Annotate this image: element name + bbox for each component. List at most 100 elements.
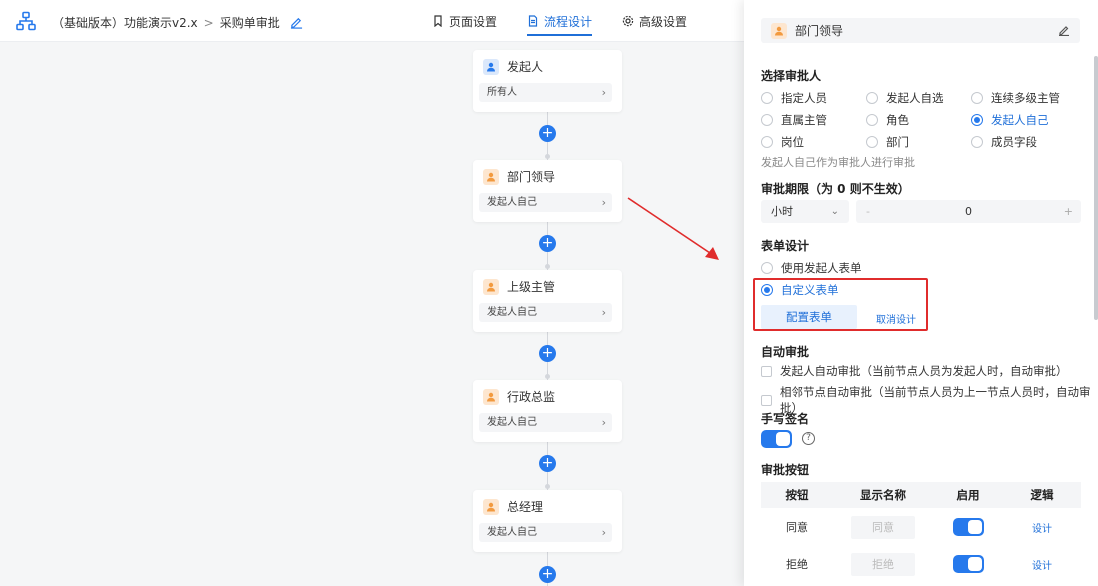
radio-circle <box>866 114 878 126</box>
flow-node-dept-leader[interactable]: 部门领导 发起人自己 › <box>473 160 622 222</box>
add-node-button[interactable]: + <box>539 455 556 472</box>
radio-label: 使用发起人表单 <box>781 261 862 275</box>
radio-position[interactable]: 岗位 <box>761 134 866 150</box>
flow-node-initiator[interactable]: 发起人 所有人 › <box>473 50 622 112</box>
approver-icon <box>771 22 787 39</box>
tab-advanced-settings[interactable]: 高级设置 <box>622 0 687 42</box>
increment-button[interactable]: + <box>1064 200 1073 223</box>
radio-label: 指定人员 <box>781 91 827 105</box>
table-row: 拒绝 拒绝 设计 <box>761 546 1081 582</box>
radio-label: 成员字段 <box>991 135 1037 149</box>
checkbox-adjacent-auto-approve[interactable]: 相邻节点自动审批（当前节点人员为上一节点人员时，自动审批） <box>761 384 1098 416</box>
checkbox-initiator-auto-approve[interactable]: 发起人自动审批（当前节点人员为发起人时，自动审批） <box>761 363 1068 379</box>
radio-use-initiator-form[interactable]: 使用发起人表单 <box>761 260 862 276</box>
deadline-number-input[interactable]: - 0 + <box>856 200 1081 223</box>
pencil-icon[interactable] <box>1058 24 1070 36</box>
form-option-row: 自定义表单 <box>761 282 839 298</box>
chevron-down-icon: ⌄ <box>830 206 839 217</box>
node-value[interactable]: 发起人自己 › <box>479 413 612 432</box>
gear-icon <box>622 15 634 27</box>
node-value-text: 所有人 <box>487 87 517 98</box>
node-title-text: 部门领导 <box>795 24 844 38</box>
tab-label: 页面设置 <box>449 14 498 29</box>
logic-design-link[interactable]: 设计 <box>1032 557 1052 572</box>
checkbox-label: 相邻节点自动审批（当前节点人员为上一节点人员时，自动审批） <box>780 385 1091 415</box>
tab-label: 流程设计 <box>544 14 593 29</box>
radio-initiator-self[interactable]: 发起人自己 <box>971 112 1049 128</box>
radio-member-field[interactable]: 成员字段 <box>971 134 1037 150</box>
cancel-design-link[interactable]: 取消设计 <box>876 311 916 326</box>
node-title: 发起人 <box>507 60 544 74</box>
enable-toggle[interactable] <box>952 555 984 573</box>
radio-department[interactable]: 部门 <box>866 134 971 150</box>
node-value[interactable]: 发起人自己 › <box>479 303 612 322</box>
buttons-table-header: 按钮 显示名称 启用 逻辑 <box>761 482 1081 508</box>
radio-circle <box>971 136 983 148</box>
edit-icon[interactable] <box>290 16 303 29</box>
tab-flow-design[interactable]: 流程设计 <box>527 0 593 42</box>
approver-icon <box>483 388 499 405</box>
node-value-text: 发起人自己 <box>487 527 537 538</box>
radio-custom-form[interactable]: 自定义表单 <box>761 282 839 298</box>
bookmark-icon <box>434 15 442 27</box>
add-node-button[interactable]: + <box>539 345 556 362</box>
approver-options-row: 岗位 部门 成员字段 <box>761 134 1037 150</box>
radio-direct-supervisor[interactable]: 直属主管 <box>761 112 866 128</box>
deadline-section-title: 审批期限（为 0 则不生效） <box>761 182 910 196</box>
flow-node-admin-director[interactable]: 行政总监 发起人自己 › <box>473 380 622 442</box>
deadline-unit-select[interactable]: 小时 ⌄ <box>761 200 849 223</box>
signature-toggle[interactable] <box>761 430 792 448</box>
node-value-text: 发起人自己 <box>487 197 537 208</box>
radio-label: 岗位 <box>781 135 804 149</box>
approver-icon <box>483 278 499 295</box>
breadcrumb-app[interactable]: （基础版本）功能演示v2.x <box>52 14 198 31</box>
flow-node-general-manager[interactable]: 总经理 发起人自己 › <box>473 490 622 552</box>
radio-label: 直属主管 <box>781 113 827 127</box>
checkbox <box>761 394 772 406</box>
logic-design-link[interactable]: 设计 <box>1032 520 1052 535</box>
button-name: 同意 <box>786 521 808 534</box>
display-name-input[interactable]: 同意 <box>851 515 915 539</box>
node-title: 部门领导 <box>507 170 556 184</box>
flow-node-supervisor[interactable]: 上级主管 发起人自己 › <box>473 270 622 332</box>
node-title-field[interactable]: 部门领导 <box>761 18 1080 43</box>
node-settings-panel: 部门领导 选择审批人 指定人员 发起人自选 连续多级主管 直属主管 角色 发起人… <box>744 0 1098 586</box>
node-value[interactable]: 所有人 › <box>479 83 612 102</box>
radio-initiator-select[interactable]: 发起人自选 <box>866 90 971 106</box>
radio-circle-selected <box>761 284 773 296</box>
auto-approve-row: 相邻节点自动审批（当前节点人员为上一节点人员时，自动审批） <box>761 384 1098 416</box>
enable-toggle[interactable] <box>952 518 984 536</box>
add-node-button[interactable]: + <box>539 566 556 583</box>
radio-designated-user[interactable]: 指定人员 <box>761 90 866 106</box>
tab-page-settings[interactable]: 页面设置 <box>432 0 497 42</box>
connector-dot <box>545 484 550 489</box>
column-header: 启用 <box>956 488 980 502</box>
radio-label: 连续多级主管 <box>991 91 1060 105</box>
radio-role[interactable]: 角色 <box>866 112 971 128</box>
user-icon <box>483 58 499 75</box>
auto-approve-row: 发起人自动审批（当前节点人员为发起人时，自动审批） <box>761 363 1068 379</box>
radio-circle-selected <box>971 114 983 126</box>
node-value[interactable]: 发起人自己 › <box>479 193 612 212</box>
org-chart-icon[interactable] <box>16 11 36 31</box>
column-header: 逻辑 <box>1030 488 1054 502</box>
help-icon[interactable]: ? <box>802 432 815 445</box>
panel-scrollbar[interactable] <box>1094 56 1098 320</box>
add-node-button[interactable]: + <box>539 235 556 252</box>
node-value-text: 发起人自己 <box>487 307 537 318</box>
radio-label: 部门 <box>886 135 909 149</box>
radio-multilevel-supervisor[interactable]: 连续多级主管 <box>971 90 1060 106</box>
auto-approve-section-title: 自动审批 <box>761 345 810 359</box>
node-title: 上级主管 <box>507 280 556 294</box>
chevron-right-icon: › <box>601 306 606 319</box>
checkbox <box>761 365 772 377</box>
display-name-input[interactable]: 拒绝 <box>851 552 915 576</box>
add-node-button[interactable]: + <box>539 125 556 142</box>
document-icon <box>528 15 538 27</box>
chevron-right-icon: › <box>601 526 606 539</box>
node-value[interactable]: 发起人自己 › <box>479 523 612 542</box>
node-title: 行政总监 <box>507 390 556 404</box>
radio-label: 自定义表单 <box>781 283 839 297</box>
column-header: 按钮 <box>785 488 809 502</box>
configure-form-button[interactable]: 配置表单 <box>761 305 857 329</box>
